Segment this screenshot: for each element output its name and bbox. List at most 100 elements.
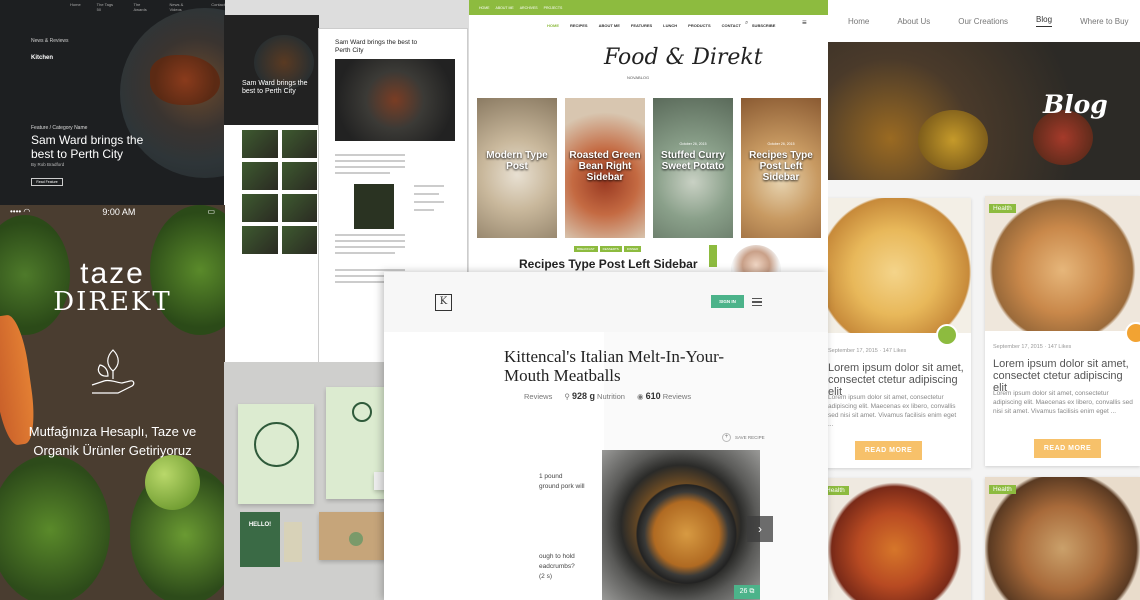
feature-title[interactable]: Sam Ward brings the best to Perth City	[31, 133, 161, 161]
menu-item[interactable]: LUNCH	[663, 23, 677, 28]
post-image[interactable]	[828, 478, 971, 600]
tag[interactable]: BREAKFAST	[574, 246, 598, 252]
thumbnail[interactable]	[242, 130, 278, 158]
post-image[interactable]	[985, 196, 1140, 331]
blog-post-card: Health	[828, 478, 971, 600]
top-nav: Home The Tags 50 The Awards News & Video…	[70, 2, 225, 12]
menu-item[interactable]: RECIPES	[570, 23, 588, 28]
site-logo-k[interactable]: K	[435, 294, 452, 311]
category-tag[interactable]: Health	[989, 204, 1016, 213]
sponsor-logo: Kitchen	[31, 55, 54, 61]
sign-in-button[interactable]: SIGN IN	[711, 295, 744, 308]
nav-item[interactable]: Contact	[211, 2, 225, 12]
read-more-button[interactable]: READ MORE	[855, 441, 922, 460]
menu-item[interactable]: SUBSCRIBE	[752, 23, 776, 28]
nav-item-about[interactable]: About Us	[897, 17, 930, 26]
category-tag[interactable]: Health	[989, 485, 1016, 494]
author-avatar	[731, 245, 781, 272]
mobile-hero: Sam Ward brings the best to Perth City	[224, 15, 319, 125]
thumbnail[interactable]	[242, 194, 278, 222]
recipe-card-title: Stuffed Curry Sweet Potato	[661, 150, 725, 172]
ingredients-list: 1 pound ground pork will ough to hold ea…	[539, 472, 585, 582]
recipe-card-title: Recipes Type Post Left Sidebar	[749, 150, 813, 183]
recipe-card-title: Roasted Green Bean Right Sidebar	[569, 150, 641, 183]
nav-item-blog[interactable]: Blog	[1036, 15, 1053, 27]
food-garden-logo	[254, 422, 299, 467]
ingredient-line	[539, 512, 585, 522]
menu-item[interactable]: FEATURES	[631, 23, 652, 28]
plus-icon: +	[722, 433, 731, 442]
nav-item[interactable]: The Awards	[134, 2, 154, 12]
article-title: Sam Ward brings the best to Perth City	[335, 39, 418, 54]
post-image[interactable]	[828, 198, 971, 333]
thumbnail[interactable]	[242, 162, 278, 190]
topbar-link[interactable]: PROJECTS	[544, 6, 563, 10]
save-recipe-label: SAVE RECIPE	[735, 435, 765, 440]
food-garden-logo	[352, 402, 372, 422]
ingredient-line	[539, 502, 585, 512]
recipe-card[interactable]: October 26, 2015 Stuffed Curry Sweet Pot…	[653, 98, 733, 238]
app-logo-line1: taze	[80, 257, 145, 290]
ingredient-line	[539, 542, 585, 552]
tag-list: BREAKFAST DESSERTS DINNER	[574, 246, 642, 252]
hamburger-menu-icon[interactable]	[752, 298, 762, 306]
wax-seal	[349, 532, 363, 546]
spice-bowl-image	[918, 110, 988, 170]
thumbnail[interactable]	[281, 130, 317, 158]
status-time: 9:00 AM	[102, 207, 136, 217]
tag[interactable]: DINNER	[623, 246, 642, 252]
food-direkt-panel: HOME ABOUT ME ARCHIVES PROJECTS HOME REC…	[469, 0, 828, 272]
recipe-card-title: Modern Type Post	[486, 150, 548, 172]
nav-item-where-to-buy[interactable]: Where to Buy	[1080, 17, 1128, 26]
topbar-link[interactable]: ABOUT ME	[496, 6, 514, 10]
nav-item[interactable]: Home	[70, 2, 81, 12]
article-hero-image	[335, 59, 455, 141]
category-label: Feature / Category Name	[31, 125, 88, 131]
nav-item-creations[interactable]: Our Creations	[958, 17, 1008, 26]
thumbnail[interactable]	[281, 162, 317, 190]
menu-item[interactable]: ABOUT ME	[599, 23, 620, 28]
post-meta: September 17, 2015 · 147 Likes	[993, 344, 1072, 350]
read-more-button[interactable]: READ MORE	[1034, 439, 1101, 458]
recipe-card[interactable]: October 26, 2015 Recipes Type Post Left …	[741, 98, 821, 238]
vegetable-image	[0, 455, 110, 600]
hero-food-image	[150, 55, 220, 105]
hello-card: HELLO!	[240, 512, 280, 567]
topbar-link[interactable]: HOME	[479, 6, 490, 10]
photo-count-badge[interactable]: 26 ⧉	[734, 585, 760, 599]
recipe-card[interactable]: Modern Type Post	[477, 98, 557, 238]
thumbnail[interactable]	[242, 226, 278, 254]
recipe-card[interactable]: Roasted Green Bean Right Sidebar	[565, 98, 645, 238]
nav-item-home[interactable]: Home	[848, 17, 869, 26]
category-badge-icon	[1125, 322, 1140, 344]
site-logo[interactable]: Food & Direkt	[604, 45, 763, 70]
thumbnail-grid	[242, 130, 317, 254]
next-arrow-icon[interactable]: ›	[747, 516, 773, 542]
signal-icon: •••• ◠	[10, 207, 31, 216]
recipe-card-date: October 26, 2015	[767, 142, 795, 146]
status-bar: •••• ◠ 9:00 AM ▭	[0, 207, 225, 217]
search-icon[interactable]: ⌕	[745, 20, 748, 27]
nav-item[interactable]: The Tags 50	[97, 2, 118, 12]
topbar-link[interactable]: ARCHIVES	[520, 6, 538, 10]
read-feature-button[interactable]: Read Feature	[31, 178, 63, 186]
thumbnail[interactable]	[281, 226, 317, 254]
menu-icon[interactable]: ≡	[802, 18, 807, 27]
nav-item[interactable]: News & Videos	[170, 2, 196, 12]
tag[interactable]: DESSERTS	[599, 246, 622, 252]
text-line	[335, 240, 405, 242]
share-tab[interactable]	[709, 245, 717, 267]
mobile-hero-title[interactable]: Sam Ward brings the best to Perth City	[242, 80, 317, 96]
category-tag[interactable]: Health	[828, 486, 849, 495]
thumbnail[interactable]	[281, 194, 317, 222]
menu-item[interactable]: PRODUCTS	[688, 23, 710, 28]
reviews-icon: ◉	[636, 392, 644, 401]
main-menu: HOME RECIPES ABOUT ME FEATURES LUNCH PRO…	[469, 15, 828, 28]
stat-reviews: ◉ 610 Reviews	[636, 391, 692, 401]
post-image[interactable]	[985, 477, 1140, 600]
menu-item[interactable]: CONTACT	[722, 23, 741, 28]
menu-item[interactable]: HOME	[547, 23, 559, 28]
recipe-stats: Reviews ⚲ 928 g Nutrition ◉ 610 Reviews	[524, 391, 691, 401]
save-recipe-button[interactable]: + SAVE RECIPE	[722, 433, 765, 442]
ingredient-line: 1 pound	[539, 473, 563, 480]
